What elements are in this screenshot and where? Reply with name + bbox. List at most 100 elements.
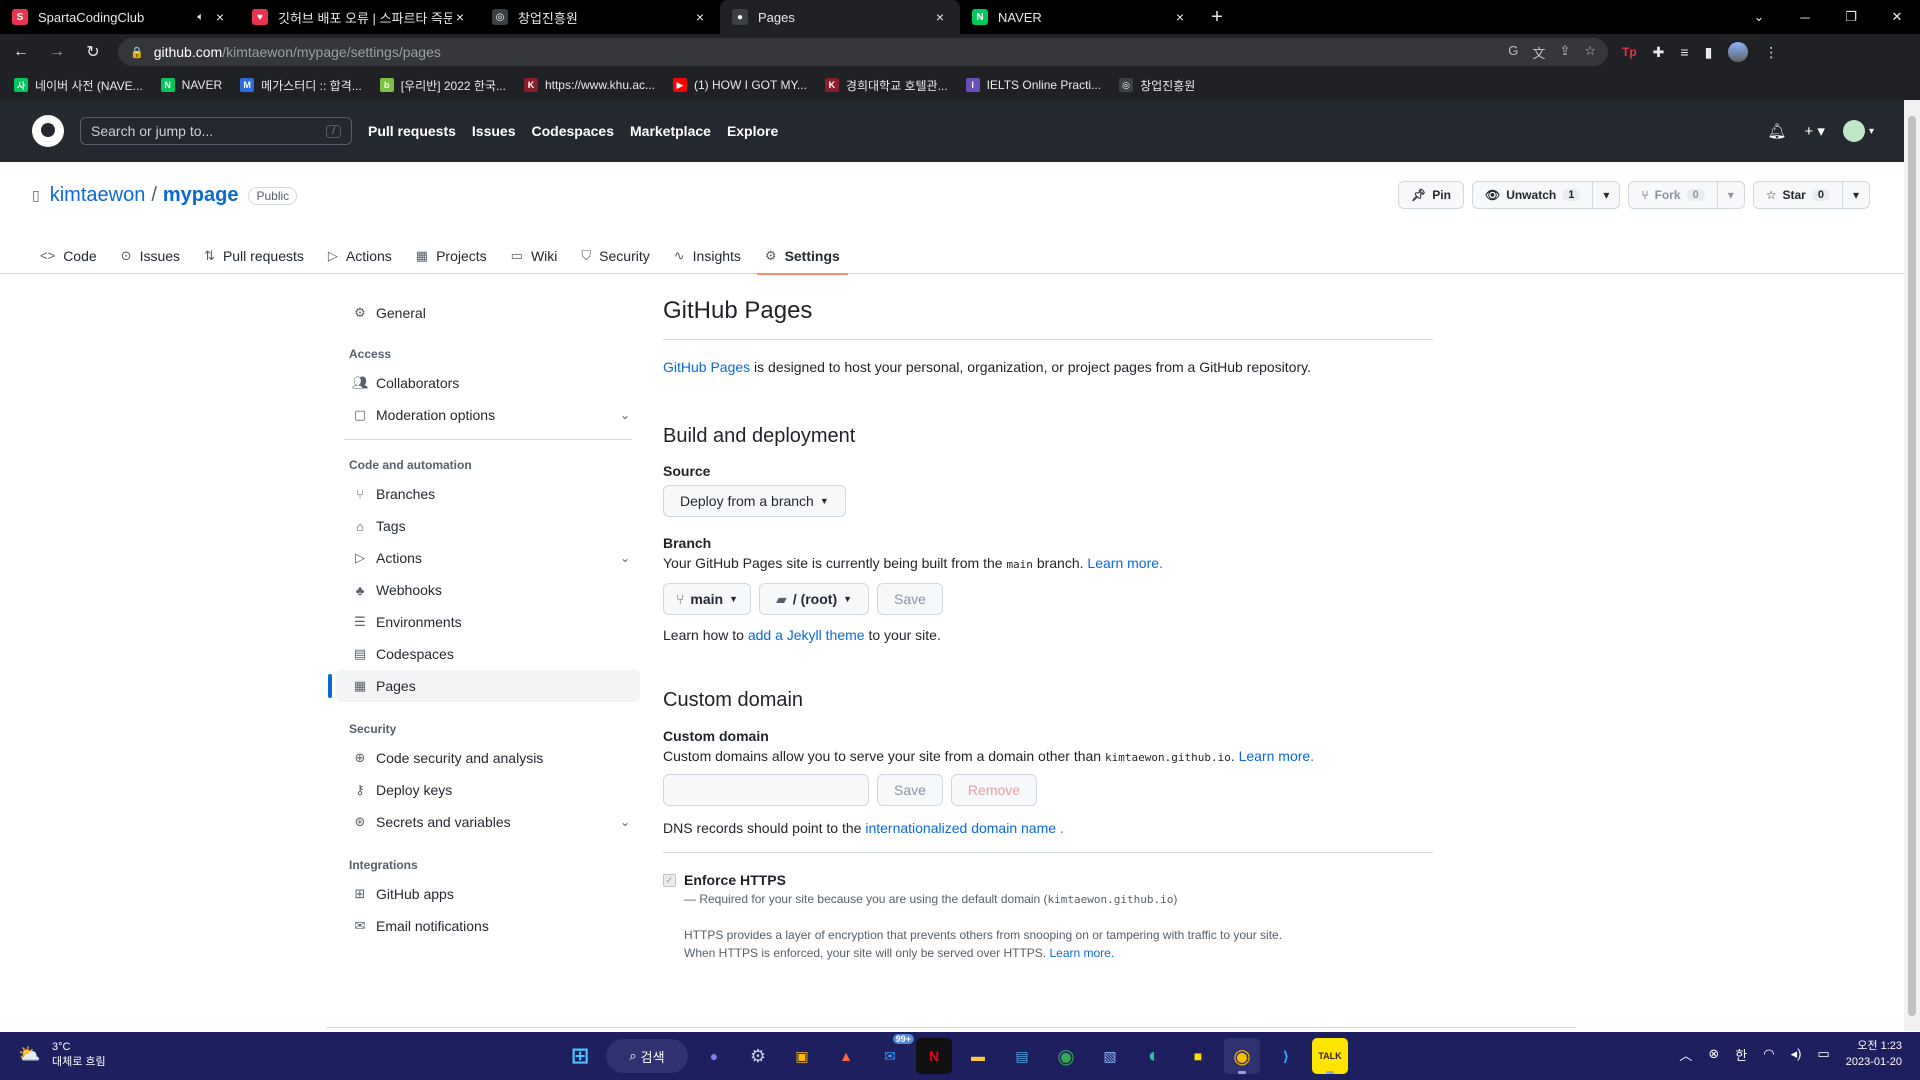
taskbar-search-button[interactable]: ⌕ 검색 — [606, 1039, 688, 1073]
new-tab-button[interactable]: + — [1200, 6, 1234, 29]
close-window-button[interactable]: ✕ — [1874, 9, 1920, 25]
tab-issues[interactable]: ⊙ Issues — [113, 237, 188, 274]
fork-button[interactable]: ⑂ Fork 0 ▾ — [1628, 181, 1745, 209]
custom-domain-remove-button[interactable]: Remove — [950, 774, 1038, 806]
tab-security[interactable]: ⛉ Security — [573, 237, 657, 274]
bookmark-item[interactable]: Khttps://www.khu.ac... — [523, 78, 655, 92]
sidebar-item-github-apps[interactable]: ⊞ GitHub apps — [336, 878, 640, 910]
github-search-input[interactable]: Search or jump to... / — [80, 117, 352, 145]
tab-search-icon[interactable]: ⌄ — [1736, 9, 1782, 25]
browser-tab[interactable]: ● Pages × — [720, 0, 960, 34]
unwatch-button[interactable]: 👁︎ Unwatch 1 ▾ — [1471, 181, 1621, 209]
page-scrollbar[interactable] — [1904, 100, 1920, 1031]
sidebar-item-environments[interactable]: ☰ Environments — [336, 606, 640, 638]
custom-domain-save-button[interactable]: Save — [877, 774, 943, 806]
battery-icon[interactable]: ▭ — [1817, 1046, 1829, 1062]
sidebar-item-general[interactable]: ⚙ General — [336, 297, 640, 329]
sidebar-item-branches[interactable]: ⑂ Branches — [336, 478, 640, 510]
translate-icon[interactable]: 文 — [1532, 43, 1545, 62]
jekyll-theme-link[interactable]: add a Jekyll theme — [748, 627, 865, 643]
folder-select[interactable]: ▰ / (root) ▼ — [759, 583, 870, 615]
photos-app-icon[interactable]: ▧ — [1092, 1038, 1128, 1074]
sticky-notes-icon[interactable]: ■ — [1180, 1038, 1216, 1074]
chrome-profile-avatar[interactable] — [1728, 42, 1749, 62]
github-logo-icon[interactable] — [32, 115, 64, 147]
back-icon[interactable]: ← — [6, 43, 36, 61]
close-tab-icon[interactable]: × — [692, 9, 708, 25]
tab-code[interactable]: <> Code — [32, 237, 105, 274]
branch-select[interactable]: ⑂ main ▼ — [663, 583, 752, 615]
address-bar[interactable]: 🔒 github.com/kimtaewon/mypage/settings/p… — [118, 38, 1608, 66]
windows-start-icon[interactable]: ⊞ — [562, 1038, 598, 1074]
extension-tp-icon[interactable]: Tp — [1622, 45, 1637, 59]
chevron-down-icon[interactable]: ▾ — [1716, 182, 1744, 208]
branch-save-button[interactable]: Save — [877, 583, 943, 615]
chevron-down-icon[interactable]: ▾ — [1841, 182, 1869, 208]
reload-icon[interactable]: ↻ — [78, 42, 108, 62]
side-panel-icon[interactable]: ▮ — [1705, 44, 1713, 61]
close-tab-icon[interactable]: × — [452, 9, 468, 25]
repo-name-link[interactable]: mypage — [163, 184, 239, 207]
extensions-puzzle-icon[interactable]: ✚ — [1653, 44, 1665, 61]
nav-issues[interactable]: Issues — [472, 123, 516, 139]
office-app-icon[interactable]: ▲ — [828, 1038, 864, 1074]
weather-widget[interactable]: ⛅ 3°C 대체로 흐림 — [18, 1040, 106, 1070]
netflix-icon[interactable]: N — [916, 1038, 952, 1074]
speaker-icon[interactable]: 🔈︎ — [197, 11, 204, 24]
tray-app-icon[interactable]: ⊗ — [1708, 1046, 1719, 1062]
custom-learn-more-link[interactable]: Learn more. — [1239, 748, 1314, 764]
bookmark-item[interactable]: ▶ (1) HOW I GOT MY... — [673, 78, 807, 92]
chrome-menu-icon[interactable]: ⋮ — [1764, 44, 1778, 61]
bookmark-item[interactable]: I IELTS Online Practi... — [965, 78, 1101, 92]
restore-button[interactable]: ❐ — [1828, 9, 1874, 25]
browser-tab[interactable]: ◎ 창업진흥원 × — [480, 0, 720, 34]
forward-icon[interactable]: → — [42, 43, 72, 61]
google-icon[interactable]: G — [1508, 43, 1518, 62]
nav-explore[interactable]: Explore — [727, 123, 778, 139]
create-new-plus-icon[interactable]: + ▾ — [1805, 122, 1825, 140]
settings-gear-icon[interactable]: ⚙ — [740, 1038, 776, 1074]
browser-tab[interactable]: ♥ 깃허브 배포 오류 | 스파르타 즉문 × — [240, 0, 480, 34]
sidebar-item-email-notifications[interactable]: ✉ Email notifications — [336, 910, 640, 942]
bookmark-item[interactable]: K 경희대학교 호텔관... — [824, 77, 948, 94]
custom-domain-input[interactable] — [663, 774, 869, 806]
github-pages-link[interactable]: GitHub Pages — [663, 359, 750, 375]
file-explorer-icon[interactable]: ▬ — [960, 1038, 996, 1074]
mail-icon[interactable]: ✉ 99+ — [872, 1034, 914, 1074]
nav-marketplace[interactable]: Marketplace — [630, 123, 711, 139]
wifi-icon[interactable]: ◠ — [1763, 1046, 1774, 1062]
lock-icon[interactable]: 🔒 — [130, 46, 144, 59]
notifications-bell-icon[interactable]: 🔔︎ — [1767, 122, 1786, 140]
sidebar-item-moderation[interactable]: ▢ Moderation options ⌄ — [336, 399, 640, 431]
bookmark-item[interactable]: N NAVER — [160, 78, 222, 92]
microsoft-store-icon[interactable]: ▣ — [784, 1038, 820, 1074]
sidebar-item-tags[interactable]: ⌂ Tags — [336, 510, 640, 542]
close-tab-icon[interactable]: × — [212, 9, 228, 25]
volume-icon[interactable]: ◂) — [1791, 1046, 1802, 1062]
chevron-down-icon[interactable]: ▾ — [1592, 182, 1619, 208]
source-select[interactable]: Deploy from a branch ▼ — [663, 485, 846, 517]
bookmark-item[interactable]: b [우리반] 2022 한국... — [379, 77, 506, 94]
scrollbar-thumb[interactable] — [1908, 116, 1916, 1016]
browser-tab[interactable]: N NAVER × — [960, 0, 1200, 34]
repo-owner-link[interactable]: kimtaewon — [50, 184, 146, 207]
https-learn-more-link[interactable]: Learn more. — [1049, 946, 1114, 960]
tab-actions[interactable]: ▷ Actions — [320, 237, 400, 274]
star-button[interactable]: ☆ Star 0 ▾ — [1752, 181, 1870, 209]
sidebar-item-collaborators[interactable]: 👥︎ Collaborators — [336, 367, 640, 399]
pin-button[interactable]: 📌︎ Pin — [1398, 181, 1464, 209]
teams-chat-icon[interactable]: ● — [696, 1038, 732, 1074]
tab-wiki[interactable]: ▭ Wiki — [503, 237, 566, 274]
close-tab-icon[interactable]: × — [1172, 9, 1188, 25]
sidebar-item-webhooks[interactable]: ♣ Webhooks — [336, 574, 640, 606]
sidebar-item-actions[interactable]: ▷ Actions ⌄ — [336, 542, 640, 574]
chrome-icon[interactable]: ◉ — [1048, 1038, 1084, 1074]
kakaotalk-icon[interactable]: TALK — [1312, 1038, 1348, 1074]
share-icon[interactable]: ⇪ — [1559, 43, 1570, 62]
edge-icon[interactable]: ◐ — [1136, 1038, 1172, 1074]
sidebar-item-codespaces[interactable]: ▤ Codespaces — [336, 638, 640, 670]
tab-insights[interactable]: ∿ Insights — [666, 237, 749, 274]
nav-pull-requests[interactable]: Pull requests — [368, 123, 456, 139]
sidebar-item-deploy-keys[interactable]: ⚷ Deploy keys — [336, 774, 640, 806]
branch-learn-more-link[interactable]: Learn more. — [1087, 555, 1162, 571]
